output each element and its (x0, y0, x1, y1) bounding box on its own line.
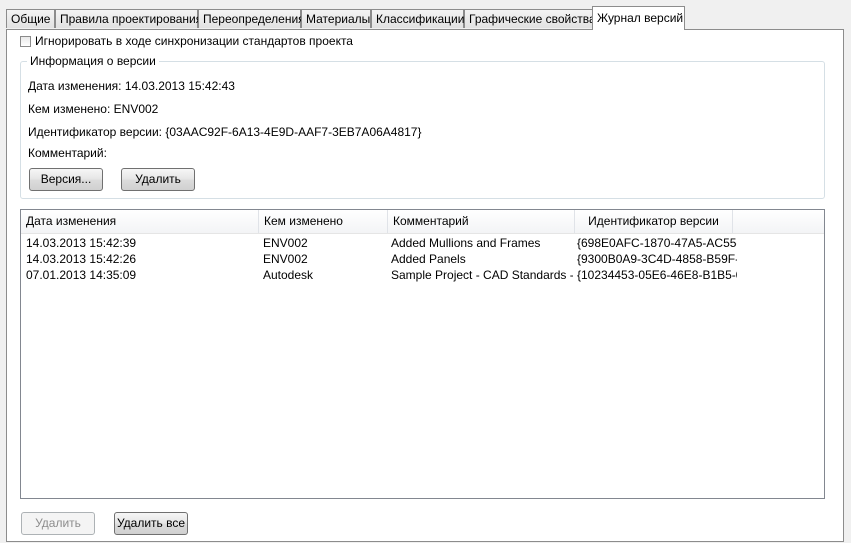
delete-all-button[interactable]: Удалить все (114, 512, 188, 535)
cell-comment: Added Mullions and Frames (391, 236, 541, 250)
delete-button[interactable]: Удалить (21, 512, 95, 535)
column-header-date[interactable]: Дата изменения (21, 210, 259, 233)
table-row[interactable]: 14.03.2013 15:42:39 ENV002 Added Mullion… (21, 235, 824, 251)
tab-design-rules[interactable]: Правила проектирования (55, 9, 202, 28)
version-history-list[interactable]: Дата изменения Кем изменено Комментарий … (20, 209, 825, 499)
cell-date: 14.03.2013 15:42:26 (26, 252, 137, 266)
cell-date: 07.01.2013 14:35:09 (26, 268, 137, 282)
ignore-sync-checkbox[interactable] (20, 35, 31, 47)
cell-version-id: {9300B0A9-3C4D-4858-B59F-... (577, 252, 737, 266)
info-comment: Комментарий: (28, 146, 107, 160)
version-button[interactable]: Версия... (29, 168, 103, 191)
cell-version-id: {698E0AFC-1870-47A5-AC55-... (577, 236, 737, 250)
tab-strip: Общие Правила проектирования Переопредел… (0, 0, 851, 30)
cell-author: ENV002 (263, 236, 308, 250)
cell-comment: Sample Project - CAD Standards - 20... (391, 268, 573, 282)
info-version-id: Идентификатор версии: {03AAC92F-6A13-4E9… (28, 125, 422, 139)
version-info-group: Информация о версии Дата изменения: 14.0… (20, 54, 825, 199)
ignore-sync-row[interactable]: Игнорировать в ходе синхронизации станда… (20, 33, 353, 49)
info-author: Кем изменено: ENV002 (28, 102, 159, 116)
table-row[interactable]: 14.03.2013 15:42:26 ENV002 Added Panels … (21, 251, 824, 267)
column-header-version-id[interactable]: Идентификатор версии (575, 210, 733, 233)
delete-version-button[interactable]: Удалить (121, 168, 195, 191)
column-header-comment[interactable]: Комментарий (388, 210, 575, 233)
cell-date: 14.03.2013 15:42:39 (26, 236, 137, 250)
tab-display-properties[interactable]: Графические свойства (464, 9, 596, 28)
list-header: Дата изменения Кем изменено Комментарий … (21, 210, 824, 234)
version-info-title: Информация о версии (27, 54, 159, 68)
ignore-sync-label: Игнорировать в ходе синхронизации станда… (35, 34, 353, 48)
cell-author: ENV002 (263, 252, 308, 266)
tab-general[interactable]: Общие (6, 9, 55, 28)
info-date: Дата изменения: 14.03.2013 15:42:43 (28, 79, 235, 93)
table-row[interactable]: 07.01.2013 14:35:09 Autodesk Sample Proj… (21, 267, 824, 283)
cell-comment: Added Panels (391, 252, 466, 266)
tab-overrides[interactable]: Переопределения (198, 9, 305, 28)
tab-materials[interactable]: Материалы (301, 9, 371, 28)
tab-version-history[interactable]: Журнал версий (592, 6, 685, 30)
cell-version-id: {10234453-05E6-46E8-B1B5-0... (577, 268, 737, 282)
tab-classifications[interactable]: Классификации (371, 9, 464, 28)
cell-author: Autodesk (263, 268, 314, 282)
column-header-author[interactable]: Кем изменено (259, 210, 388, 233)
